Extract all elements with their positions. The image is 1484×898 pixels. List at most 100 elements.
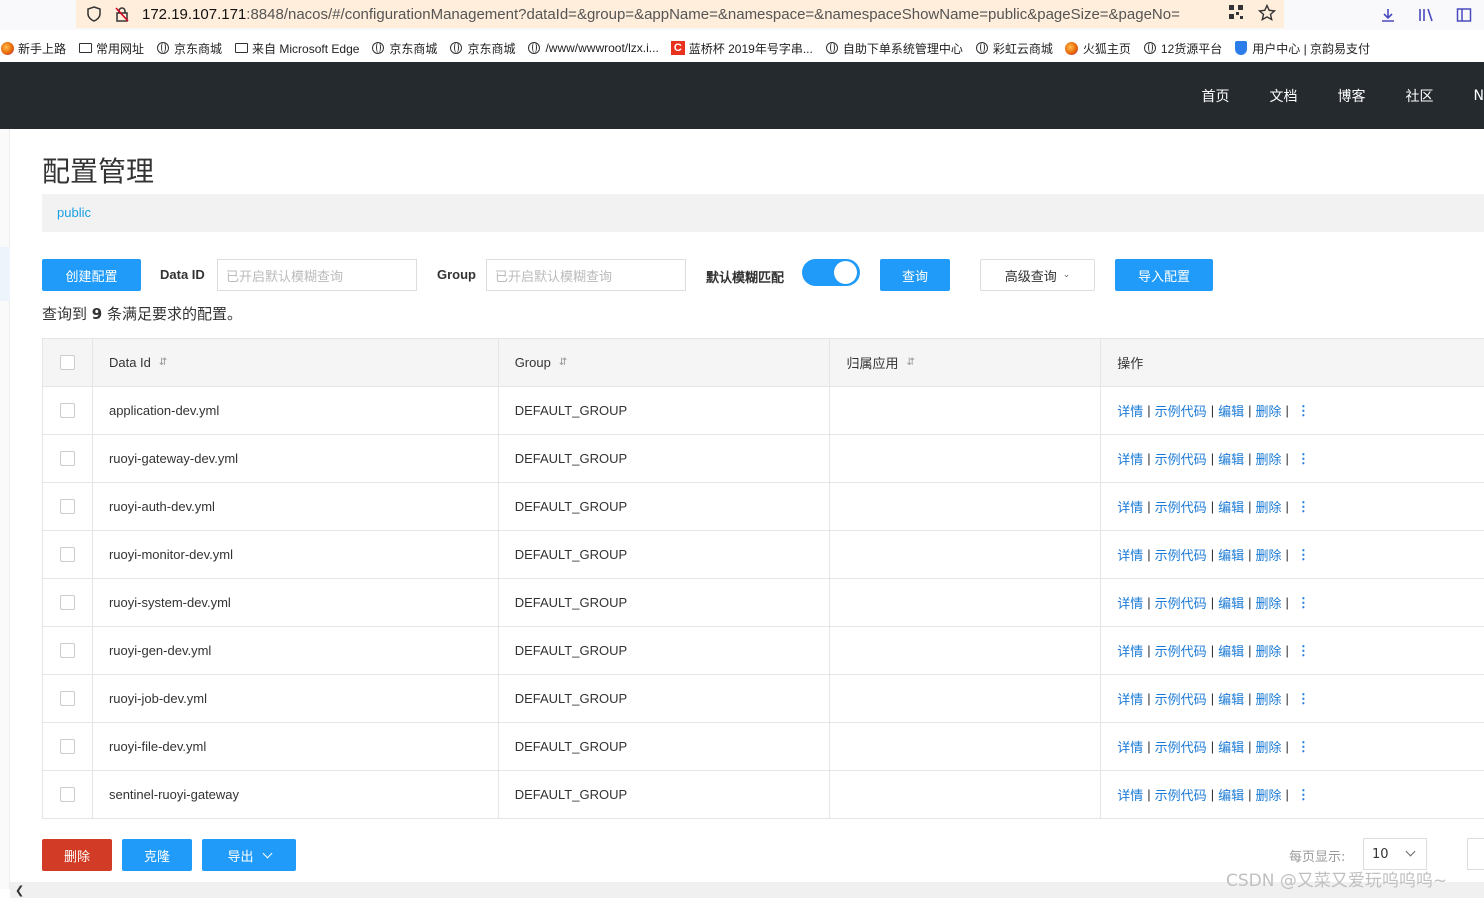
- scroll-left-icon[interactable]: ❮: [15, 884, 24, 897]
- advanced-query-button[interactable]: 高级查询 ⌄: [980, 259, 1095, 291]
- select-all-checkbox[interactable]: [60, 355, 75, 370]
- detail-link[interactable]: 详情: [1117, 449, 1143, 468]
- create-config-button[interactable]: 创建配置: [42, 259, 141, 291]
- row-checkbox[interactable]: [60, 595, 75, 610]
- more-options-icon[interactable]: ⋮: [1297, 595, 1310, 611]
- nav-more[interactable]: N: [1474, 88, 1484, 104]
- sample-code-link[interactable]: 示例代码: [1155, 449, 1207, 468]
- url-text[interactable]: 172.19.107.171:8848/nacos/#/configuratio…: [142, 6, 1212, 23]
- row-checkbox[interactable]: [60, 691, 75, 706]
- detail-link[interactable]: 详情: [1117, 689, 1143, 708]
- edit-link[interactable]: 编辑: [1218, 449, 1244, 468]
- sample-code-link[interactable]: 示例代码: [1155, 689, 1207, 708]
- star-icon[interactable]: [1257, 3, 1277, 26]
- bookmark-item[interactable]: 用户中心 | 京韵易支付: [1234, 40, 1370, 57]
- bookmark-item[interactable]: 新手上路: [0, 40, 66, 57]
- bookmark-item[interactable]: 自助下单系统管理中心: [825, 40, 963, 57]
- row-checkbox[interactable]: [60, 451, 75, 466]
- sort-icon[interactable]: ⇵: [159, 357, 167, 368]
- detail-link[interactable]: 详情: [1117, 545, 1143, 564]
- detail-link[interactable]: 详情: [1117, 401, 1143, 420]
- more-options-icon[interactable]: ⋮: [1297, 787, 1310, 803]
- bookmark-item[interactable]: 来自 Microsoft Edge: [234, 40, 359, 57]
- sort-icon[interactable]: ⇵: [559, 357, 567, 368]
- sample-code-link[interactable]: 示例代码: [1155, 641, 1207, 660]
- delete-link[interactable]: 删除: [1255, 785, 1281, 804]
- detail-link[interactable]: 详情: [1117, 593, 1143, 612]
- bookmark-item[interactable]: 常用网址: [78, 40, 144, 57]
- pagination-next[interactable]: [1467, 838, 1484, 870]
- edit-link[interactable]: 编辑: [1218, 593, 1244, 612]
- edit-link[interactable]: 编辑: [1218, 401, 1244, 420]
- nav-blog[interactable]: 博客: [1338, 86, 1366, 106]
- edit-link[interactable]: 编辑: [1218, 497, 1244, 516]
- bookmark-item[interactable]: 京东商城: [449, 40, 515, 57]
- edit-link[interactable]: 编辑: [1218, 545, 1244, 564]
- more-options-icon[interactable]: ⋮: [1297, 547, 1310, 563]
- bookmark-item[interactable]: 京东商城: [156, 40, 222, 57]
- namespace-public[interactable]: public: [57, 205, 91, 220]
- bookmark-item[interactable]: 彩虹云商城: [975, 40, 1053, 57]
- side-menu-selected[interactable]: [0, 247, 10, 301]
- delete-link[interactable]: 删除: [1255, 545, 1281, 564]
- library-icon[interactable]: [1416, 5, 1436, 25]
- header-dataid[interactable]: Data Id ⇵: [93, 339, 499, 386]
- header-app[interactable]: 归属应用 ⇵: [830, 339, 1102, 386]
- sidebar-toggle-icon[interactable]: [1454, 5, 1474, 25]
- row-checkbox[interactable]: [60, 403, 75, 418]
- detail-link[interactable]: 详情: [1117, 641, 1143, 660]
- shield-icon[interactable]: [84, 4, 104, 24]
- nav-community[interactable]: 社区: [1406, 86, 1434, 106]
- delete-link[interactable]: 删除: [1255, 737, 1281, 756]
- more-options-icon[interactable]: ⋮: [1297, 499, 1310, 515]
- address-bar[interactable]: 172.19.107.171:8848/nacos/#/configuratio…: [76, 0, 1284, 28]
- bookmark-item[interactable]: 火狐主页: [1065, 40, 1131, 57]
- sample-code-link[interactable]: 示例代码: [1155, 737, 1207, 756]
- delete-link[interactable]: 删除: [1255, 497, 1281, 516]
- detail-link[interactable]: 详情: [1117, 785, 1143, 804]
- export-button[interactable]: 导出: [202, 839, 296, 871]
- nav-home[interactable]: 首页: [1202, 86, 1230, 106]
- detail-link[interactable]: 详情: [1117, 737, 1143, 756]
- bookmark-item[interactable]: /www/wwwroot/lzx.i...: [527, 41, 659, 55]
- sample-code-link[interactable]: 示例代码: [1155, 593, 1207, 612]
- bookmark-item[interactable]: 京东商城: [371, 40, 437, 57]
- edit-link[interactable]: 编辑: [1218, 785, 1244, 804]
- delete-link[interactable]: 删除: [1255, 449, 1281, 468]
- nav-docs[interactable]: 文档: [1270, 86, 1298, 106]
- group-input[interactable]: 已开启默认模糊查询: [486, 259, 686, 291]
- bookmark-item[interactable]: C 蓝桥杯 2019年号字串...: [670, 40, 813, 57]
- detail-link[interactable]: 详情: [1117, 497, 1143, 516]
- delete-link[interactable]: 删除: [1255, 593, 1281, 612]
- edit-link[interactable]: 编辑: [1218, 737, 1244, 756]
- row-checkbox[interactable]: [60, 547, 75, 562]
- row-checkbox[interactable]: [60, 499, 75, 514]
- row-checkbox[interactable]: [60, 787, 75, 802]
- more-options-icon[interactable]: ⋮: [1297, 451, 1310, 467]
- import-config-button[interactable]: 导入配置: [1115, 259, 1213, 291]
- clone-button[interactable]: 克隆: [122, 839, 192, 871]
- header-group[interactable]: Group ⇵: [499, 339, 831, 386]
- download-icon[interactable]: [1378, 5, 1398, 25]
- more-options-icon[interactable]: ⋮: [1297, 691, 1310, 707]
- sample-code-link[interactable]: 示例代码: [1155, 497, 1207, 516]
- more-options-icon[interactable]: ⋮: [1297, 403, 1310, 419]
- row-checkbox[interactable]: [60, 643, 75, 658]
- bookmark-item[interactable]: 12货源平台: [1143, 40, 1222, 57]
- query-button[interactable]: 查询: [880, 259, 950, 291]
- sample-code-link[interactable]: 示例代码: [1155, 545, 1207, 564]
- edit-link[interactable]: 编辑: [1218, 689, 1244, 708]
- more-options-icon[interactable]: ⋮: [1297, 739, 1310, 755]
- insecure-lock-icon[interactable]: [112, 4, 132, 24]
- delete-link[interactable]: 删除: [1255, 641, 1281, 660]
- qr-code-icon[interactable]: [1228, 4, 1244, 26]
- batch-delete-button[interactable]: 删除: [42, 839, 112, 871]
- fuzzy-match-toggle[interactable]: [802, 259, 860, 286]
- edit-link[interactable]: 编辑: [1218, 641, 1244, 660]
- sort-icon[interactable]: ⇵: [906, 357, 914, 368]
- delete-link[interactable]: 删除: [1255, 401, 1281, 420]
- delete-link[interactable]: 删除: [1255, 689, 1281, 708]
- more-options-icon[interactable]: ⋮: [1297, 643, 1310, 659]
- dataid-input[interactable]: 已开启默认模糊查询: [217, 259, 417, 291]
- row-checkbox[interactable]: [60, 739, 75, 754]
